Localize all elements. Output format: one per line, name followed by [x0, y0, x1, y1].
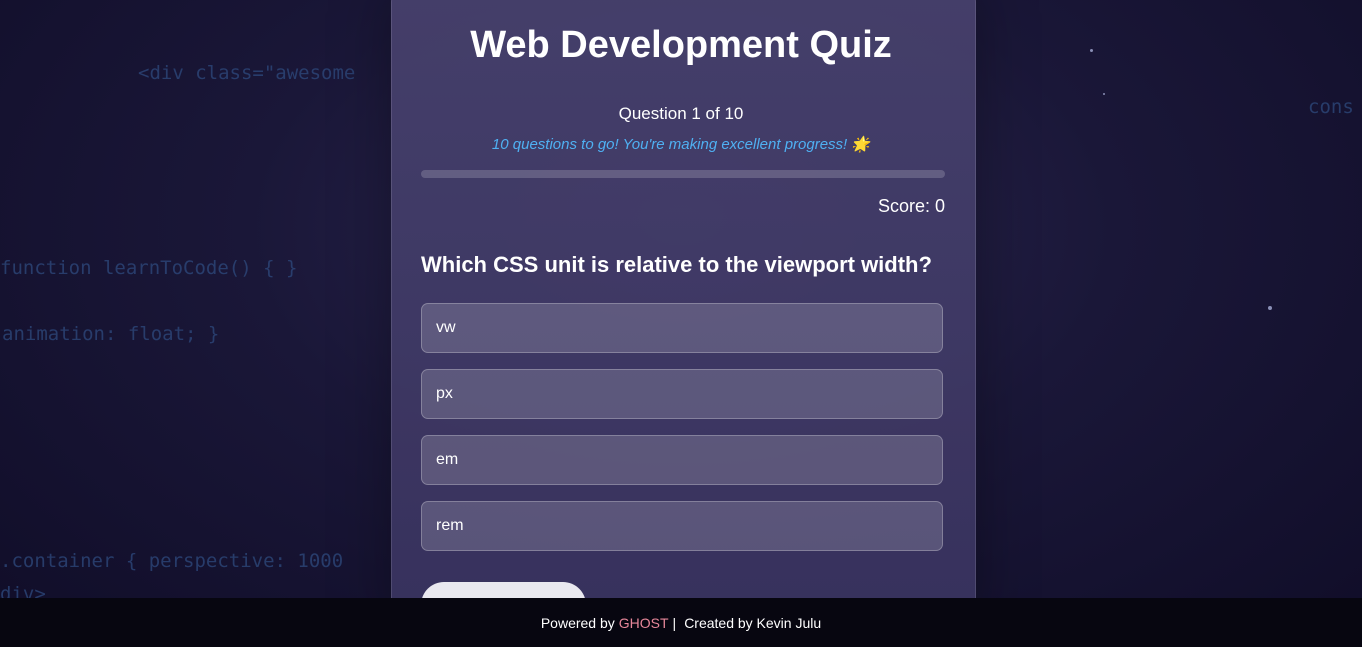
footer-separator: | — [672, 614, 677, 631]
answer-option-label: rem — [436, 517, 464, 534]
question-text: Which CSS unit is relative to the viewpo… — [421, 252, 932, 277]
bg-code-line: function learnToCode() { } — [0, 257, 298, 279]
answer-option-label: px — [436, 385, 453, 402]
bg-code-line: animation: float; } — [2, 323, 220, 345]
footer-creator: Created by Kevin Julu — [684, 614, 822, 631]
question-counter: Question 1 of 10 — [618, 104, 744, 123]
quiz-title: Web Development Quiz — [470, 24, 892, 66]
footer: Powered by GHOST | Created by Kevin Julu — [0, 598, 1362, 647]
motivation-text: 10 questions to go! You're making excell… — [491, 136, 871, 153]
answer-option-label: em — [436, 451, 459, 468]
footer-brand[interactable]: GHOST — [619, 615, 669, 631]
star-dot — [1103, 93, 1105, 95]
answer-option[interactable]: em — [421, 435, 943, 485]
star-dot — [1268, 306, 1272, 310]
score-label: Score: 0 — [877, 196, 945, 216]
answer-option[interactable]: vw — [421, 303, 943, 353]
answer-option[interactable]: px — [421, 369, 943, 419]
answer-option-label: vw — [436, 319, 456, 336]
answer-option[interactable]: rem — [421, 501, 943, 551]
progress-bar — [421, 170, 945, 178]
bg-code-line: .container { perspective: 1000 — [0, 550, 344, 572]
footer-powered-by: Powered by — [540, 614, 615, 631]
